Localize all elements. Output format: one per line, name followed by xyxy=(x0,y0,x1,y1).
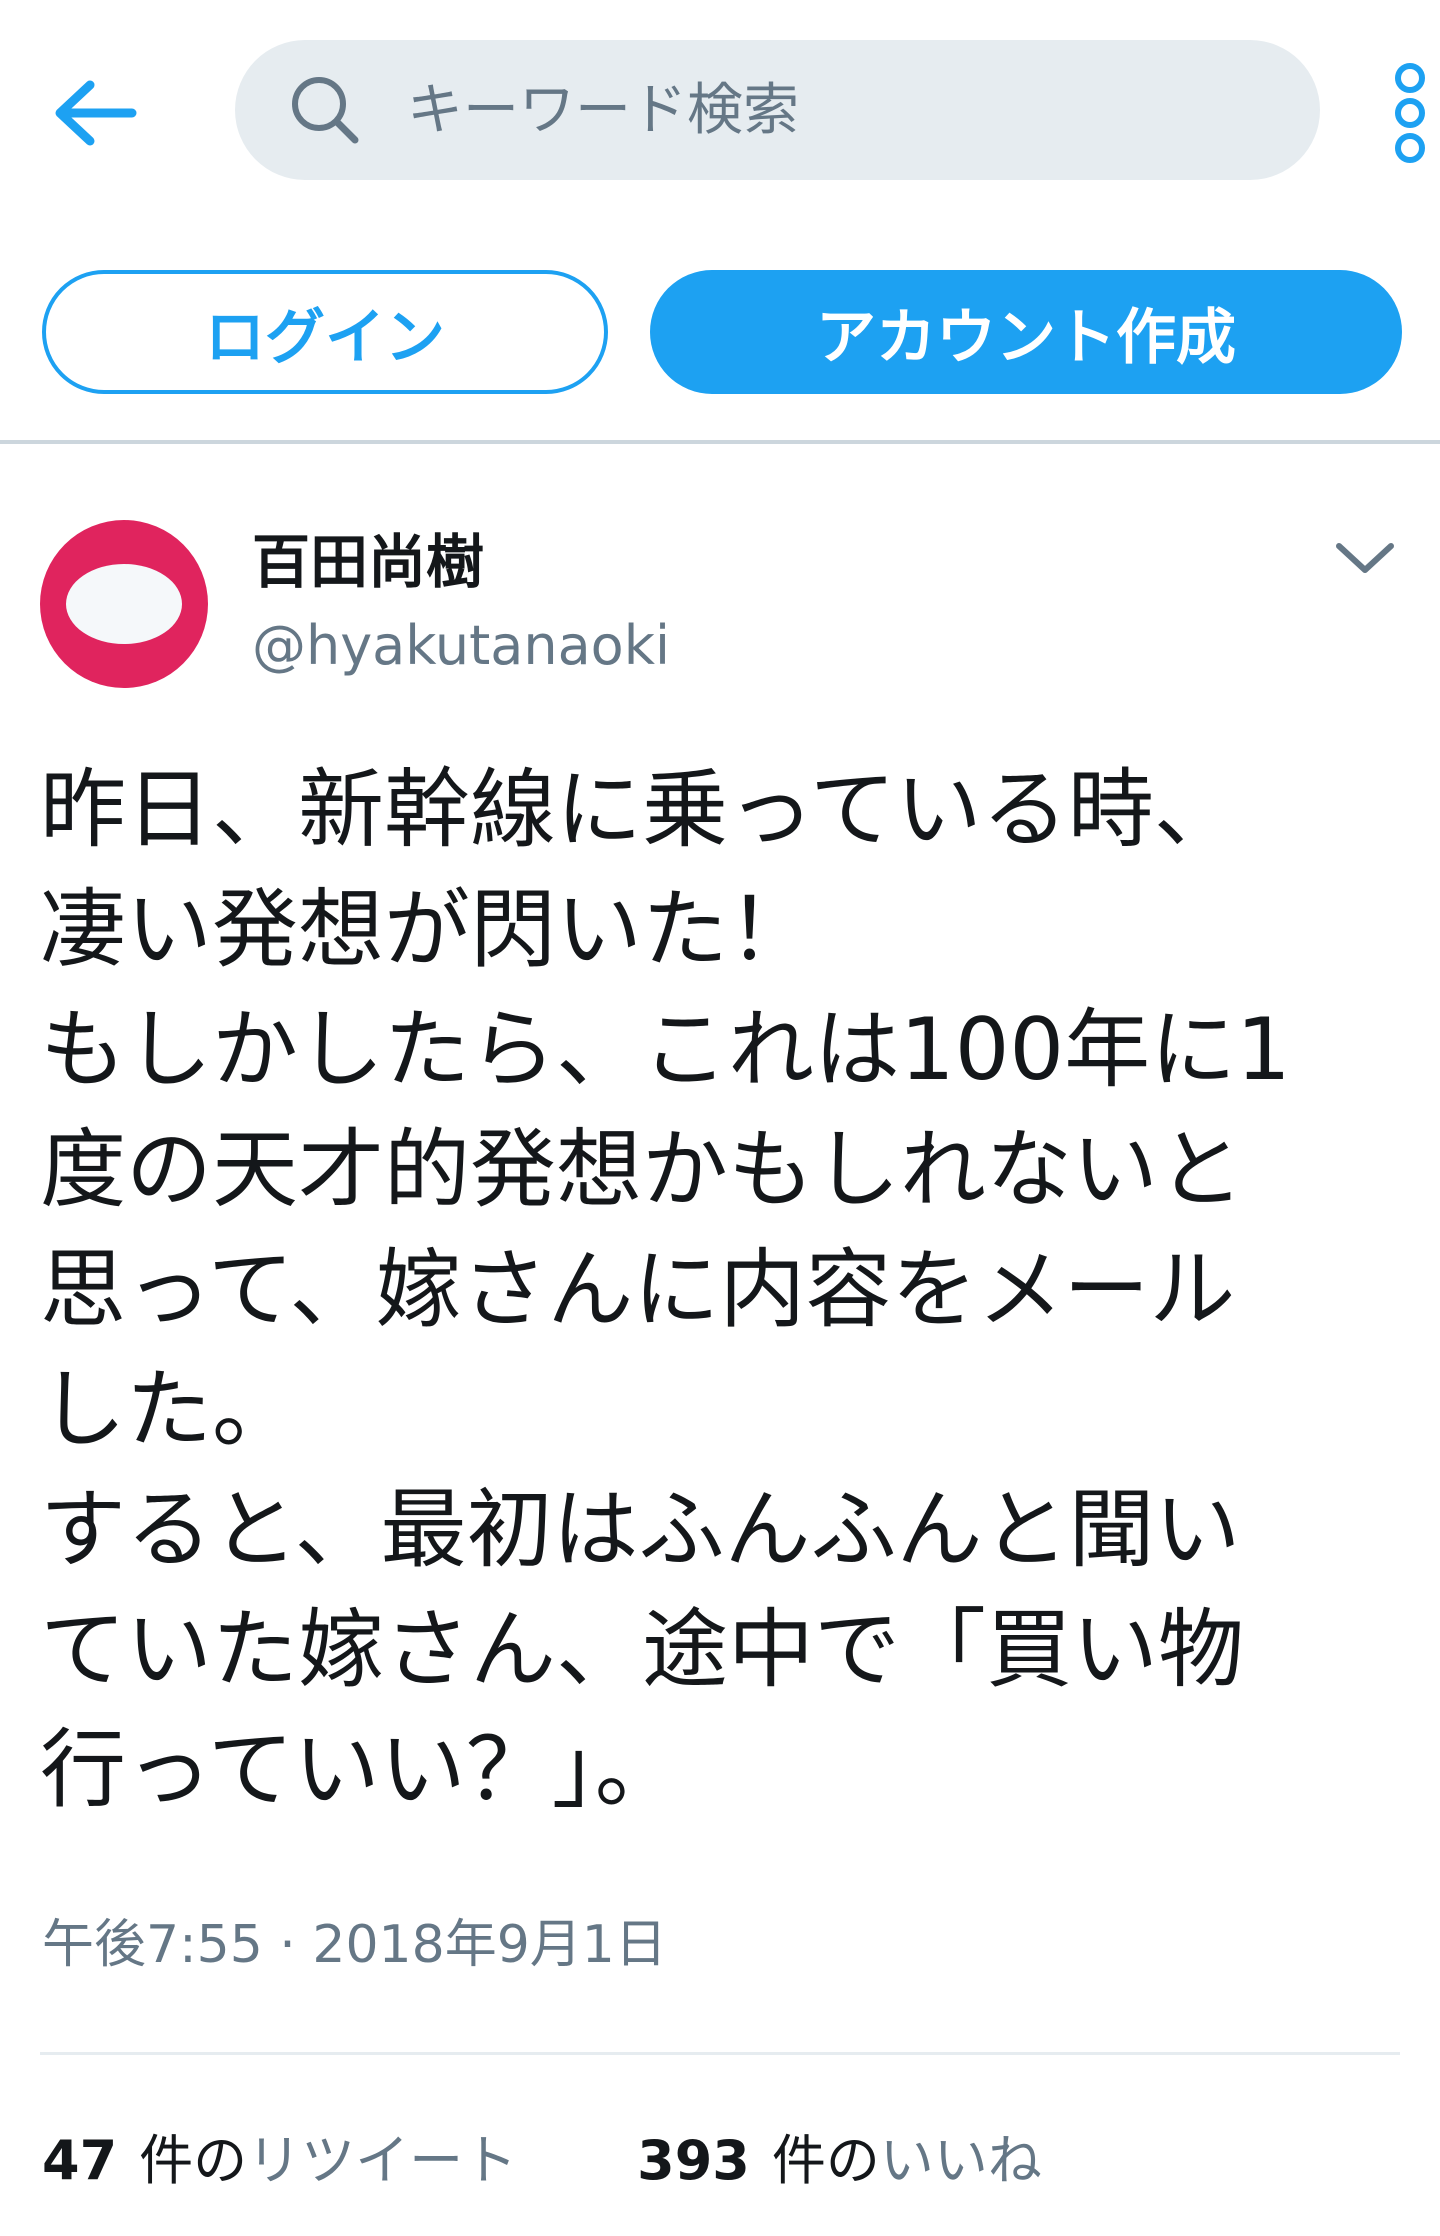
likes-unit: 件の xyxy=(771,2128,880,2192)
retweets-stat[interactable]: 47 件の リツイート xyxy=(42,2116,517,2195)
likes-count: 393 xyxy=(637,2128,750,2192)
auth-buttons: ログイン アカウント作成 xyxy=(0,270,1440,400)
signup-button[interactable]: アカウント作成 xyxy=(650,270,1402,394)
likes-label: いいね xyxy=(879,2128,1042,2192)
tweet-menu-button[interactable] xyxy=(1320,520,1410,600)
avatar[interactable] xyxy=(40,520,208,688)
chevron-down-icon xyxy=(1334,538,1396,582)
search-icon xyxy=(285,70,365,150)
search-input[interactable] xyxy=(405,76,1289,144)
more-vertical-icon xyxy=(1393,61,1427,169)
retweets-unit: 件の xyxy=(139,2128,248,2192)
divider xyxy=(40,2052,1400,2055)
retweets-count: 47 xyxy=(42,2128,118,2192)
author-display-name[interactable]: 百田尚樹 xyxy=(252,520,484,604)
tweet-timestamp[interactable]: 午後7:55 · 2018年9月1日 xyxy=(42,1905,667,1985)
more-button[interactable] xyxy=(1385,55,1435,175)
arrow-left-icon xyxy=(50,78,140,152)
tweet-stats: 47 件の リツイート 393 件の いいね xyxy=(42,2110,1042,2200)
likes-stat[interactable]: 393 件の いいね xyxy=(637,2116,1042,2195)
login-button[interactable]: ログイン xyxy=(42,270,608,394)
avatar-image xyxy=(66,564,182,644)
back-button[interactable] xyxy=(40,60,150,170)
author-username[interactable]: @hyakutanaoki xyxy=(252,608,670,684)
divider xyxy=(0,440,1440,444)
top-bar xyxy=(0,0,1440,215)
search-box[interactable] xyxy=(235,40,1320,180)
retweets-label: リツイート xyxy=(247,2128,518,2192)
tweet-text: 昨日、新幹線に乗っている時、 凄い発想が閃いた！ もしかしたら、これは100年に… xyxy=(40,760,1291,1820)
